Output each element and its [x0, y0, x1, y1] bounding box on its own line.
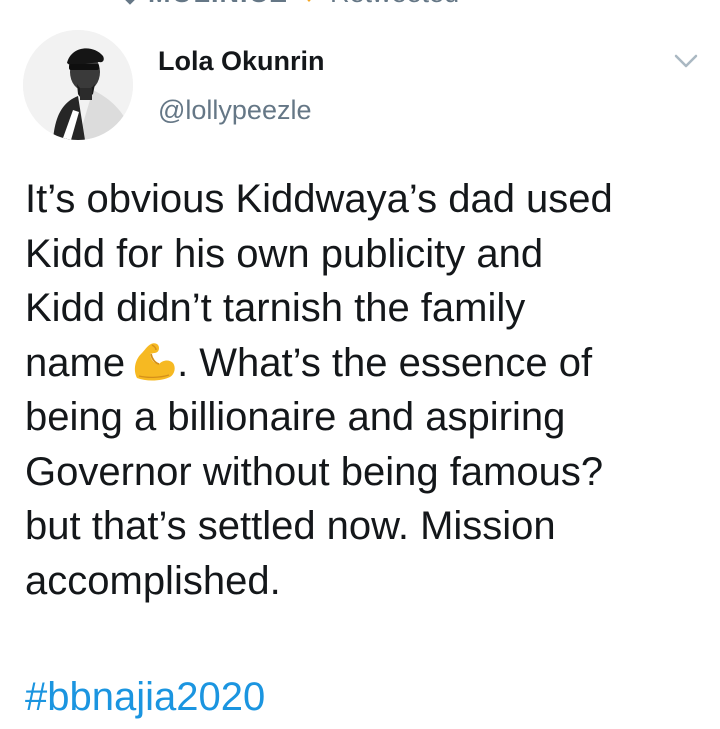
retweeter-name[interactable]: MOLINICE — [148, 0, 288, 9]
chevron-down-icon[interactable] — [674, 52, 698, 70]
tweet-text-segment: . What’s the essence of — [177, 340, 593, 385]
retweet-icon — [125, 0, 135, 5]
tweet-line: Governor without being famous? — [25, 449, 604, 494]
retweet-header: MOLINICE Retweeted — [108, 0, 459, 8]
avatar[interactable] — [23, 30, 133, 140]
tweet-text-segment: name — [25, 340, 126, 385]
avatar-photo — [23, 30, 133, 140]
user-name[interactable]: Lola Okunrin — [158, 46, 325, 77]
tweet-text: It’s obvious Kiddwaya’s dad used Kidd fo… — [25, 172, 705, 608]
tweet-line: being a billionaire and aspiring — [25, 395, 566, 439]
tweet-line: Kidd didn’t tarnish the family — [25, 286, 526, 330]
tweet-line: It’s obvious Kiddwaya’s dad used — [25, 177, 613, 221]
heart-badge-icon — [307, 0, 311, 2]
hashtag-link[interactable]: #bbnajia2020 — [25, 675, 265, 720]
user-handle[interactable]: @lollypeezle — [158, 95, 311, 126]
tweet-line: Kidd for his own publicity and — [25, 231, 544, 276]
flexed-biceps-icon — [134, 342, 175, 381]
retweeted-label: Retweeted — [330, 0, 459, 9]
tweet-line: accomplished. — [25, 558, 281, 603]
tweet-line-with-emoji: name . What’s the essence of — [25, 336, 705, 391]
tweet-line: but that’s settled now. Mission — [25, 504, 556, 548]
